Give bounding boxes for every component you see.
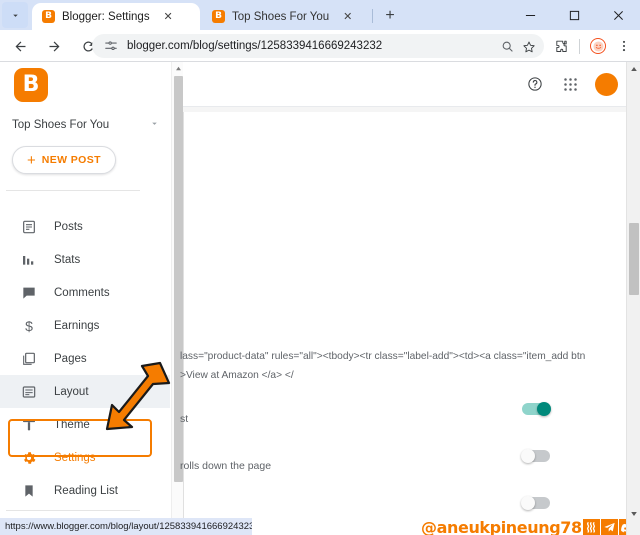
sidebar-item-earnings[interactable]: $ Earnings: [0, 309, 170, 342]
toggle-knob: [521, 449, 535, 463]
sidebar-item-layout[interactable]: Layout: [0, 375, 170, 408]
code-text-line-1: lass="product-data" rules="all"><tbody><…: [180, 351, 586, 362]
earnings-icon: $: [25, 317, 33, 334]
back-button[interactable]: [6, 32, 34, 60]
brand-logo-icon: [582, 519, 600, 535]
toggle-knob: [537, 402, 551, 416]
tab-strip: B Blogger: Settings ✕ B Top Shoes For Yo…: [0, 0, 640, 30]
puzzle-icon[interactable]: [549, 34, 573, 58]
settings-icon: [20, 449, 38, 467]
tab-title: Top Shoes For You: [232, 10, 330, 23]
sidebar-item-posts[interactable]: Posts: [0, 210, 170, 243]
page-viewport: B Top Shoes For You + NEW POST Posts Sta…: [0, 62, 640, 535]
scroll-down-arrow-icon[interactable]: [627, 507, 640, 521]
close-button[interactable]: [596, 0, 640, 30]
new-post-label: NEW POST: [41, 154, 101, 166]
watermark-handle: @aneukpineung78: [421, 517, 582, 535]
setting-toggle-3[interactable]: [521, 496, 550, 510]
blog-name: Top Shoes For You: [12, 119, 110, 131]
scroll-up-arrow-icon[interactable]: [627, 62, 640, 76]
tab-close-button[interactable]: ✕: [161, 9, 176, 24]
sidebar-item-comments[interactable]: Comments: [0, 276, 170, 309]
sidebar-divider: [6, 190, 140, 191]
tab-blogger-settings[interactable]: B Blogger: Settings ✕: [32, 3, 200, 30]
page-scrollbar[interactable]: [626, 62, 640, 535]
tab-title: Blogger: Settings: [62, 10, 150, 23]
reading-list-icon: [20, 482, 38, 500]
tab-search-button[interactable]: [2, 2, 28, 28]
sidebar-item-settings[interactable]: Settings: [0, 441, 170, 474]
pages-icon: [20, 350, 38, 368]
comments-icon: [20, 284, 38, 302]
window-controls: [508, 0, 640, 30]
watermark: @aneukpineung78: [421, 519, 636, 535]
minimize-button[interactable]: [508, 0, 552, 30]
layout-icon: [20, 383, 38, 401]
sidebar-item-theme[interactable]: Theme: [0, 408, 170, 441]
chevron-down-icon: [10, 10, 21, 21]
sidebar-item-label: Pages: [54, 352, 87, 365]
toggle-knob: [521, 496, 535, 510]
address-bar-url: blogger.com/blog/settings/12583394166692…: [127, 40, 383, 52]
maximize-button[interactable]: [552, 0, 596, 30]
help-icon[interactable]: [525, 74, 545, 94]
forward-button[interactable]: [40, 32, 68, 60]
status-bar-url: https://www.blogger.com/blog/layout/1258…: [0, 518, 252, 535]
tab-divider: [372, 9, 373, 23]
sidebar-item-label: Comments: [54, 286, 110, 299]
blogger-icon: B: [42, 10, 55, 23]
apps-grid-icon[interactable]: [560, 74, 580, 94]
settings-content-area: lass="product-data" rules="all"><tbody><…: [180, 112, 628, 535]
setting-row-label-2: rolls down the page: [180, 460, 272, 472]
user-avatar[interactable]: [595, 72, 618, 96]
code-text-line-2: >View at Amazon </a> </: [180, 370, 294, 381]
search-icon[interactable]: [498, 37, 517, 56]
new-post-button[interactable]: + NEW POST: [12, 146, 116, 174]
tune-icon[interactable]: [102, 37, 120, 55]
setting-toggle-2[interactable]: [521, 449, 550, 463]
sidebar-item-label: Earnings: [54, 319, 100, 332]
address-bar[interactable]: blogger.com/blog/settings/12583394166692…: [92, 34, 544, 58]
sidebar-item-label: Settings: [54, 451, 96, 464]
tab-top-shoes-for-you[interactable]: B Top Shoes For You ✕: [202, 3, 370, 30]
profile-avatar[interactable]: [586, 34, 610, 58]
setting-row-label-1: st: [180, 413, 189, 425]
toolbar-divider: [579, 38, 580, 54]
stats-icon: [20, 251, 38, 269]
telegram-icon: [600, 519, 618, 535]
sidebar-divider-2: [6, 510, 140, 511]
sidebar-nav-list: Posts Stats Comments $ Earnings Pages La…: [0, 210, 170, 535]
blog-selector[interactable]: Top Shoes For You: [0, 112, 170, 138]
blogger-icon: B: [212, 10, 225, 23]
sidebar-item-stats[interactable]: Stats: [0, 243, 170, 276]
sidebar-item-pages[interactable]: Pages: [0, 342, 170, 375]
blogger-logo-icon: B: [14, 68, 48, 102]
sidebar-item-reading-list[interactable]: Reading List: [0, 474, 170, 507]
new-tab-button[interactable]: +: [379, 5, 401, 27]
star-icon[interactable]: [519, 37, 538, 56]
theme-icon: [20, 416, 38, 434]
three-dot-menu-icon[interactable]: [612, 34, 636, 58]
chevron-down-icon: [149, 116, 160, 134]
omnibox-actions: [498, 37, 538, 56]
plus-icon: +: [27, 151, 36, 169]
sidebar-item-label: Layout: [54, 385, 89, 398]
blogger-sidebar: B Top Shoes For You + NEW POST Posts Sta…: [0, 62, 170, 535]
tab-close-button[interactable]: ✕: [340, 9, 355, 24]
setting-toggle-1[interactable]: [522, 402, 551, 416]
page-scrollbar-thumb[interactable]: [629, 223, 639, 295]
sidebar-item-label: Stats: [54, 253, 81, 266]
sidebar-item-label: Theme: [54, 418, 90, 431]
toolbar-right-actions: [549, 34, 636, 58]
blogger-header-bar: [183, 62, 628, 106]
sidebar-item-label: Reading List: [54, 484, 118, 497]
browser-window: B Blogger: Settings ✕ B Top Shoes For Yo…: [0, 0, 640, 535]
sidebar-item-label: Posts: [54, 220, 83, 233]
blogger-main-panel: lass="product-data" rules="all"><tbody><…: [180, 62, 628, 535]
posts-icon: [20, 218, 38, 236]
